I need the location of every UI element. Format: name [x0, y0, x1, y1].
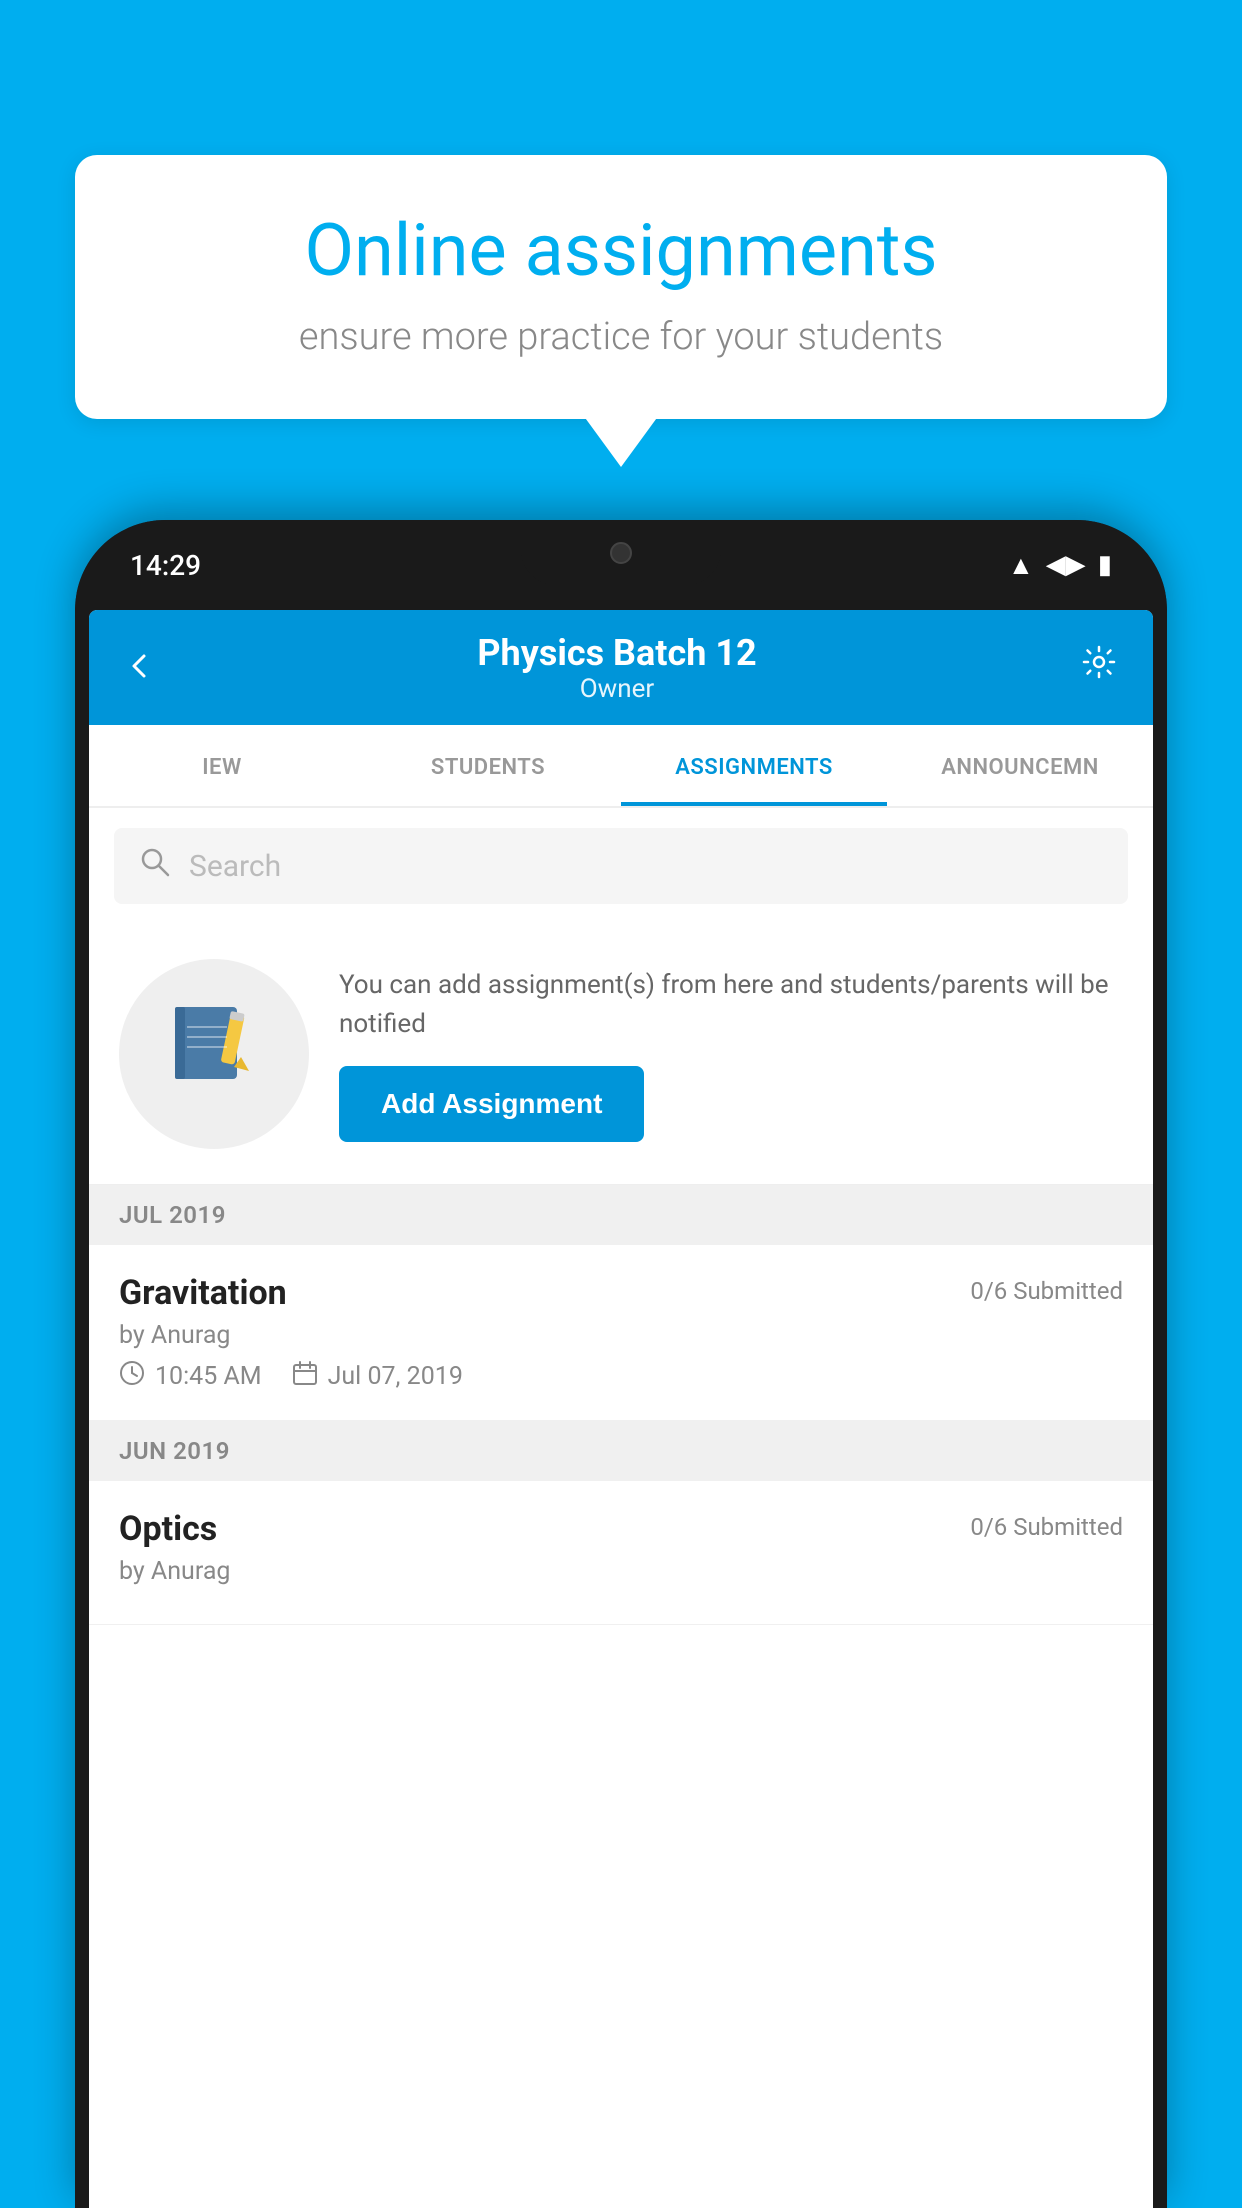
tab-students[interactable]: STUDENTS — [355, 725, 621, 806]
optics-submitted-count: 0/6 Submitted — [970, 1513, 1123, 1541]
assignment-text-area: You can add assignment(s) from here and … — [339, 966, 1123, 1142]
back-button[interactable] — [124, 643, 154, 692]
notebook-icon — [169, 999, 259, 1109]
search-placeholder-text: Search — [189, 849, 281, 884]
speech-bubble-container: Online assignments ensure more practice … — [75, 155, 1167, 419]
battery-icon: ▮ — [1098, 550, 1112, 580]
search-bar[interactable]: Search — [114, 828, 1128, 904]
phone-frame: 14:29 ▲ ◀▶ ▮ Physics Batch 12 Owner — [75, 520, 1167, 2208]
header-title-area: Physics Batch 12 Owner — [154, 632, 1080, 704]
jul-2019-header: JUL 2019 — [89, 1185, 1153, 1245]
assignment-name: Gravitation — [119, 1273, 287, 1313]
optics-assignment-name: Optics — [119, 1509, 217, 1549]
assignment-by: by Anurag — [119, 1321, 1123, 1350]
app-screen: Physics Batch 12 Owner IEW STUDENTS ASSI… — [89, 610, 1153, 2208]
assignment-submitted-count: 0/6 Submitted — [970, 1277, 1123, 1305]
assignment-date: Jul 07, 2019 — [292, 1360, 463, 1392]
tabs-bar: IEW STUDENTS ASSIGNMENTS ANNOUNCEMN — [89, 725, 1153, 808]
optics-assignment-by: by Anurag — [119, 1557, 1123, 1586]
clock-icon — [119, 1360, 145, 1392]
assignment-item-optics[interactable]: Optics 0/6 Submitted by Anurag — [89, 1481, 1153, 1625]
header-batch-subtitle: Owner — [154, 674, 1080, 704]
status-icons: ▲ ◀▶ ▮ — [1008, 550, 1112, 581]
phone-notch — [521, 520, 721, 585]
camera-dot — [610, 542, 632, 564]
content-area: Search — [89, 808, 1153, 1625]
tab-iew[interactable]: IEW — [89, 725, 355, 806]
time-value: 10:45 AM — [155, 1362, 262, 1391]
assignment-item-header: Gravitation 0/6 Submitted — [119, 1273, 1123, 1313]
status-bar: 14:29 ▲ ◀▶ ▮ — [75, 520, 1167, 610]
add-assignment-section: You can add assignment(s) from here and … — [89, 924, 1153, 1185]
signal-icon: ◀▶ — [1046, 550, 1086, 580]
tab-announcements[interactable]: ANNOUNCEMN — [887, 725, 1153, 806]
wifi-icon: ▲ — [1008, 550, 1034, 581]
assignment-meta: 10:45 AM Jul 07, 2019 — [119, 1360, 1123, 1392]
bubble-subtitle: ensure more practice for your students — [140, 315, 1102, 359]
date-value: Jul 07, 2019 — [328, 1362, 463, 1391]
header-batch-title: Physics Batch 12 — [154, 632, 1080, 674]
settings-button[interactable] — [1080, 643, 1118, 692]
assignment-time: 10:45 AM — [119, 1360, 262, 1392]
search-bar-container: Search — [89, 808, 1153, 924]
assignment-icon-circle — [119, 959, 309, 1149]
status-time: 14:29 — [130, 549, 201, 582]
assignment-description: You can add assignment(s) from here and … — [339, 966, 1123, 1044]
calendar-icon — [292, 1360, 318, 1392]
app-header: Physics Batch 12 Owner — [89, 610, 1153, 725]
assignment-item-gravitation[interactable]: Gravitation 0/6 Submitted by Anurag — [89, 1245, 1153, 1421]
add-assignment-button[interactable]: Add Assignment — [339, 1066, 644, 1142]
bubble-title: Online assignments — [140, 210, 1102, 293]
search-icon — [139, 846, 171, 886]
jun-2019-header: JUN 2019 — [89, 1421, 1153, 1481]
speech-bubble: Online assignments ensure more practice … — [75, 155, 1167, 419]
assignment-item-optics-header: Optics 0/6 Submitted — [119, 1509, 1123, 1549]
tab-assignments[interactable]: ASSIGNMENTS — [621, 725, 887, 806]
